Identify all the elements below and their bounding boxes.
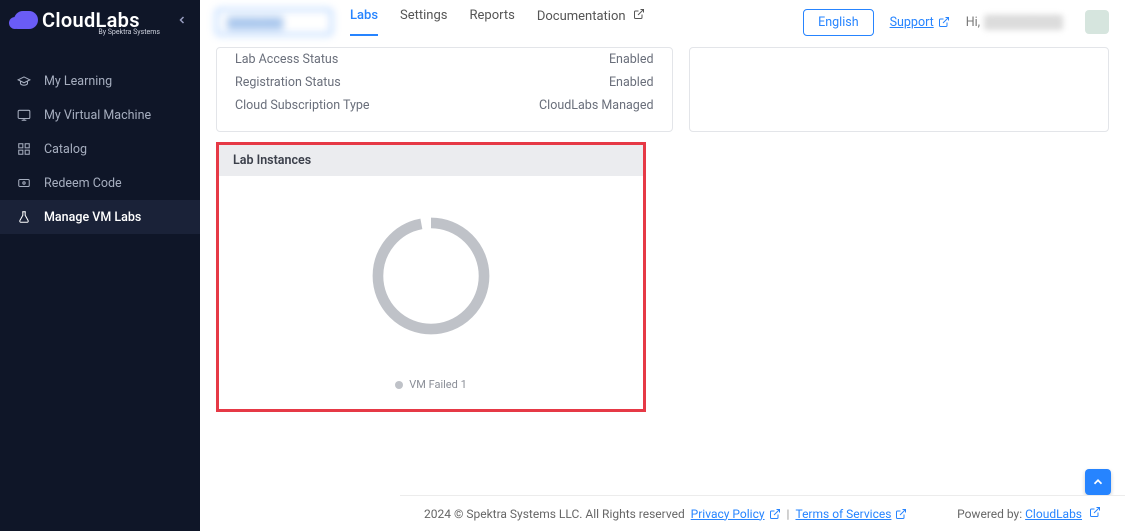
- avatar[interactable]: [1085, 10, 1109, 34]
- copyright-text: 2024 © Spektra Systems LLC. All Rights r…: [424, 507, 685, 521]
- footer: 2024 © Spektra Systems LLC. All Rights r…: [400, 495, 1125, 531]
- cloud-icon: [14, 11, 38, 29]
- brand-byline: By Spektra Systems: [98, 28, 160, 36]
- top-bar-right: English Support Hi, ████████: [803, 9, 1109, 36]
- user-greeting: Hi, ████████: [966, 15, 1063, 30]
- detail-label: Cloud Subscription Type: [235, 98, 370, 113]
- graduation-cap-icon: [16, 73, 32, 89]
- user-name: ████████: [984, 15, 1063, 30]
- scroll-to-top-button[interactable]: [1085, 469, 1111, 495]
- external-link-icon: [1089, 506, 1101, 518]
- sidebar-item-label: My Learning: [44, 74, 112, 89]
- main-area: ▓▓▓▓▓▓▓ Labs Settings Reports Documentat…: [200, 0, 1125, 531]
- legend-label: VM Failed 1: [409, 378, 467, 391]
- tab-documentation[interactable]: Documentation: [537, 8, 645, 36]
- tab-labs[interactable]: Labs: [350, 8, 378, 36]
- tenant-selector[interactable]: ▓▓▓▓▓▓▓: [216, 9, 332, 35]
- detail-row: Registration Status Enabled: [235, 71, 654, 94]
- lab-instances-title: Lab Instances: [219, 145, 643, 176]
- external-link-icon: [769, 508, 781, 520]
- brand-logo: CloudLabs By Spektra Systems: [0, 0, 200, 36]
- sidebar-item-my-learning[interactable]: My Learning: [0, 64, 200, 98]
- language-selector[interactable]: English: [803, 9, 873, 36]
- secondary-card: [689, 47, 1110, 132]
- sidebar-item-my-virtual-machine[interactable]: My Virtual Machine: [0, 98, 200, 132]
- detail-label: Registration Status: [235, 75, 341, 90]
- tab-settings[interactable]: Settings: [400, 8, 447, 36]
- lab-instances-donut-chart: [361, 206, 501, 346]
- privacy-policy-link[interactable]: Privacy Policy: [691, 507, 765, 521]
- detail-label: Lab Access Status: [235, 52, 338, 67]
- sidebar-item-label: My Virtual Machine: [44, 108, 151, 123]
- tab-reports[interactable]: Reports: [470, 8, 515, 36]
- top-nav: Labs Settings Reports Documentation: [350, 8, 645, 36]
- external-link-icon: [633, 8, 645, 20]
- lab-instances-card: Lab Instances VM Failed 1: [216, 142, 646, 412]
- terms-link[interactable]: Terms of Services: [795, 507, 891, 521]
- sidebar-item-manage-vm-labs[interactable]: Manage VM Labs: [0, 200, 200, 234]
- top-bar: ▓▓▓▓▓▓▓ Labs Settings Reports Documentat…: [200, 0, 1125, 47]
- sidebar-item-label: Catalog: [44, 142, 87, 157]
- sidebar-collapse-button[interactable]: [176, 14, 188, 30]
- detail-row: Cloud Subscription Type CloudLabs Manage…: [235, 94, 654, 117]
- detail-value: Enabled: [609, 52, 654, 67]
- powered-by-link[interactable]: CloudLabs: [1025, 507, 1082, 521]
- sidebar-item-label: Redeem Code: [44, 176, 122, 191]
- lab-details-card: Lab Access Status Enabled Registration S…: [216, 47, 673, 132]
- detail-value: CloudLabs Managed: [539, 98, 653, 113]
- support-link[interactable]: Support: [890, 15, 950, 30]
- sidebar-item-redeem-code[interactable]: Redeem Code: [0, 166, 200, 200]
- grid-icon: [16, 141, 32, 157]
- external-link-icon: [938, 16, 950, 28]
- external-link-icon: [895, 508, 907, 520]
- flask-icon: [16, 209, 32, 225]
- legend-dot-icon: [395, 381, 403, 389]
- detail-value: Enabled: [609, 75, 654, 90]
- lab-instances-body: VM Failed 1: [219, 176, 643, 409]
- sidebar: CloudLabs By Spektra Systems My Learning…: [0, 0, 200, 531]
- ticket-icon: [16, 175, 32, 191]
- powered-by: Powered by: CloudLabs: [957, 506, 1101, 521]
- monitor-icon: [16, 107, 32, 123]
- content: Lab Access Status Enabled Registration S…: [200, 47, 1125, 531]
- detail-row: Lab Access Status Enabled: [235, 48, 654, 71]
- sidebar-item-catalog[interactable]: Catalog: [0, 132, 200, 166]
- sidebar-nav: My Learning My Virtual Machine Catalog R…: [0, 64, 200, 234]
- chart-legend: VM Failed 1: [395, 378, 467, 391]
- sidebar-item-label: Manage VM Labs: [44, 210, 141, 225]
